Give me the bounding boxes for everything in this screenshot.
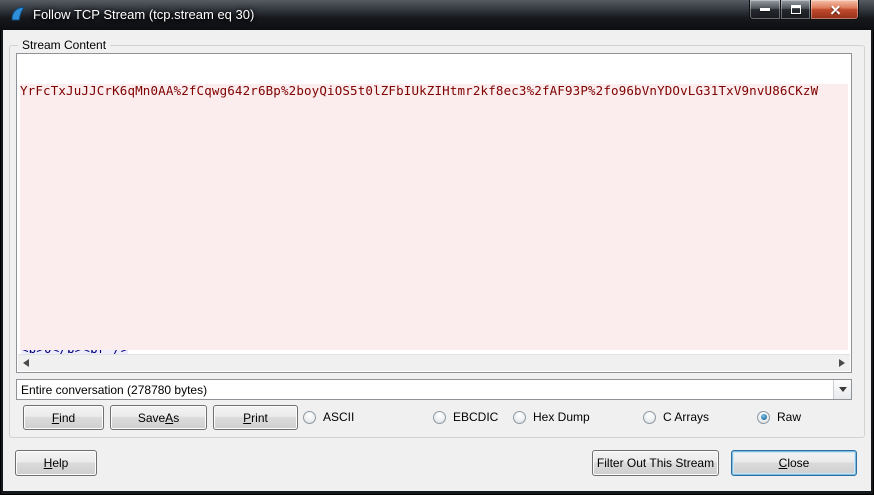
- radio-label: Raw: [777, 410, 801, 424]
- scroll-left-arrow-icon[interactable]: [18, 355, 34, 371]
- caption-buttons: [749, 0, 859, 20]
- close-icon: [829, 4, 841, 16]
- help-button[interactable]: Help: [15, 450, 97, 476]
- radio-circle-icon: [303, 411, 316, 424]
- wireshark-icon: [9, 5, 27, 23]
- stream-text[interactable]: POST /complete/index.php HTTP/1.1Content…: [17, 54, 851, 354]
- radio-circle-icon: [757, 411, 770, 424]
- radio-ascii[interactable]: ASCII: [303, 410, 354, 424]
- dropdown-arrow-icon[interactable]: [833, 380, 851, 399]
- close-window-button[interactable]: [811, 0, 859, 20]
- radio-label: C Arrays: [663, 410, 709, 424]
- scroll-right-arrow-icon[interactable]: [834, 355, 850, 371]
- groupbox-label: Stream Content: [18, 38, 110, 52]
- stream-content-groupbox: Stream Content POST /complete/index.php …: [9, 45, 865, 438]
- stream-line: POST /complete/index.php HTTP/1.1: [21, 57, 851, 71]
- stream-content-panel: POST /complete/index.php HTTP/1.1Content…: [16, 53, 852, 373]
- radio-raw[interactable]: Raw: [757, 410, 801, 424]
- radio-c-arrays[interactable]: C Arrays: [643, 410, 709, 424]
- maximize-button[interactable]: [781, 0, 811, 20]
- radio-circle-icon: [643, 411, 656, 424]
- print-button[interactable]: Print: [213, 405, 298, 430]
- follow-tcp-stream-dialog: Follow TCP Stream (tcp.stream eq 30) Str…: [0, 0, 874, 495]
- conversation-select-value: Entire conversation (278780 bytes): [17, 383, 833, 397]
- stream-controls-row: Find Save As Print ASCII EBCDIC Hex Dump C …: [16, 405, 856, 431]
- minimize-icon: [760, 8, 770, 11]
- filter-out-stream-button[interactable]: Filter Out This Stream: [592, 450, 719, 476]
- radio-label: Hex Dump: [533, 410, 590, 424]
- stream-line: YrFcTxJuJJCrK6qMn0AA%2fCqwg642r6Bp%2boyQ…: [21, 166, 851, 180]
- save-as-button[interactable]: Save As: [110, 405, 207, 430]
- find-button[interactable]: Find: [23, 405, 104, 430]
- window-title: Follow TCP Stream (tcp.stream eq 30): [33, 7, 254, 24]
- radio-hex-dump[interactable]: Hex Dump: [513, 410, 590, 424]
- dialog-body: Stream Content POST /complete/index.php …: [3, 30, 871, 491]
- maximize-icon: [791, 5, 801, 14]
- radio-ebcdic[interactable]: EBCDIC: [433, 410, 498, 424]
- close-button[interactable]: Close: [731, 450, 857, 476]
- radio-label: EBCDIC: [453, 410, 498, 424]
- titlebar[interactable]: Follow TCP Stream (tcp.stream eq 30): [0, 0, 874, 30]
- conversation-select[interactable]: Entire conversation (278780 bytes): [16, 379, 852, 400]
- radio-circle-icon: [433, 411, 446, 424]
- radio-label: ASCII: [323, 410, 354, 424]
- horizontal-scrollbar[interactable]: [18, 354, 850, 371]
- radio-circle-icon: [513, 411, 526, 424]
- minimize-button[interactable]: [749, 0, 781, 20]
